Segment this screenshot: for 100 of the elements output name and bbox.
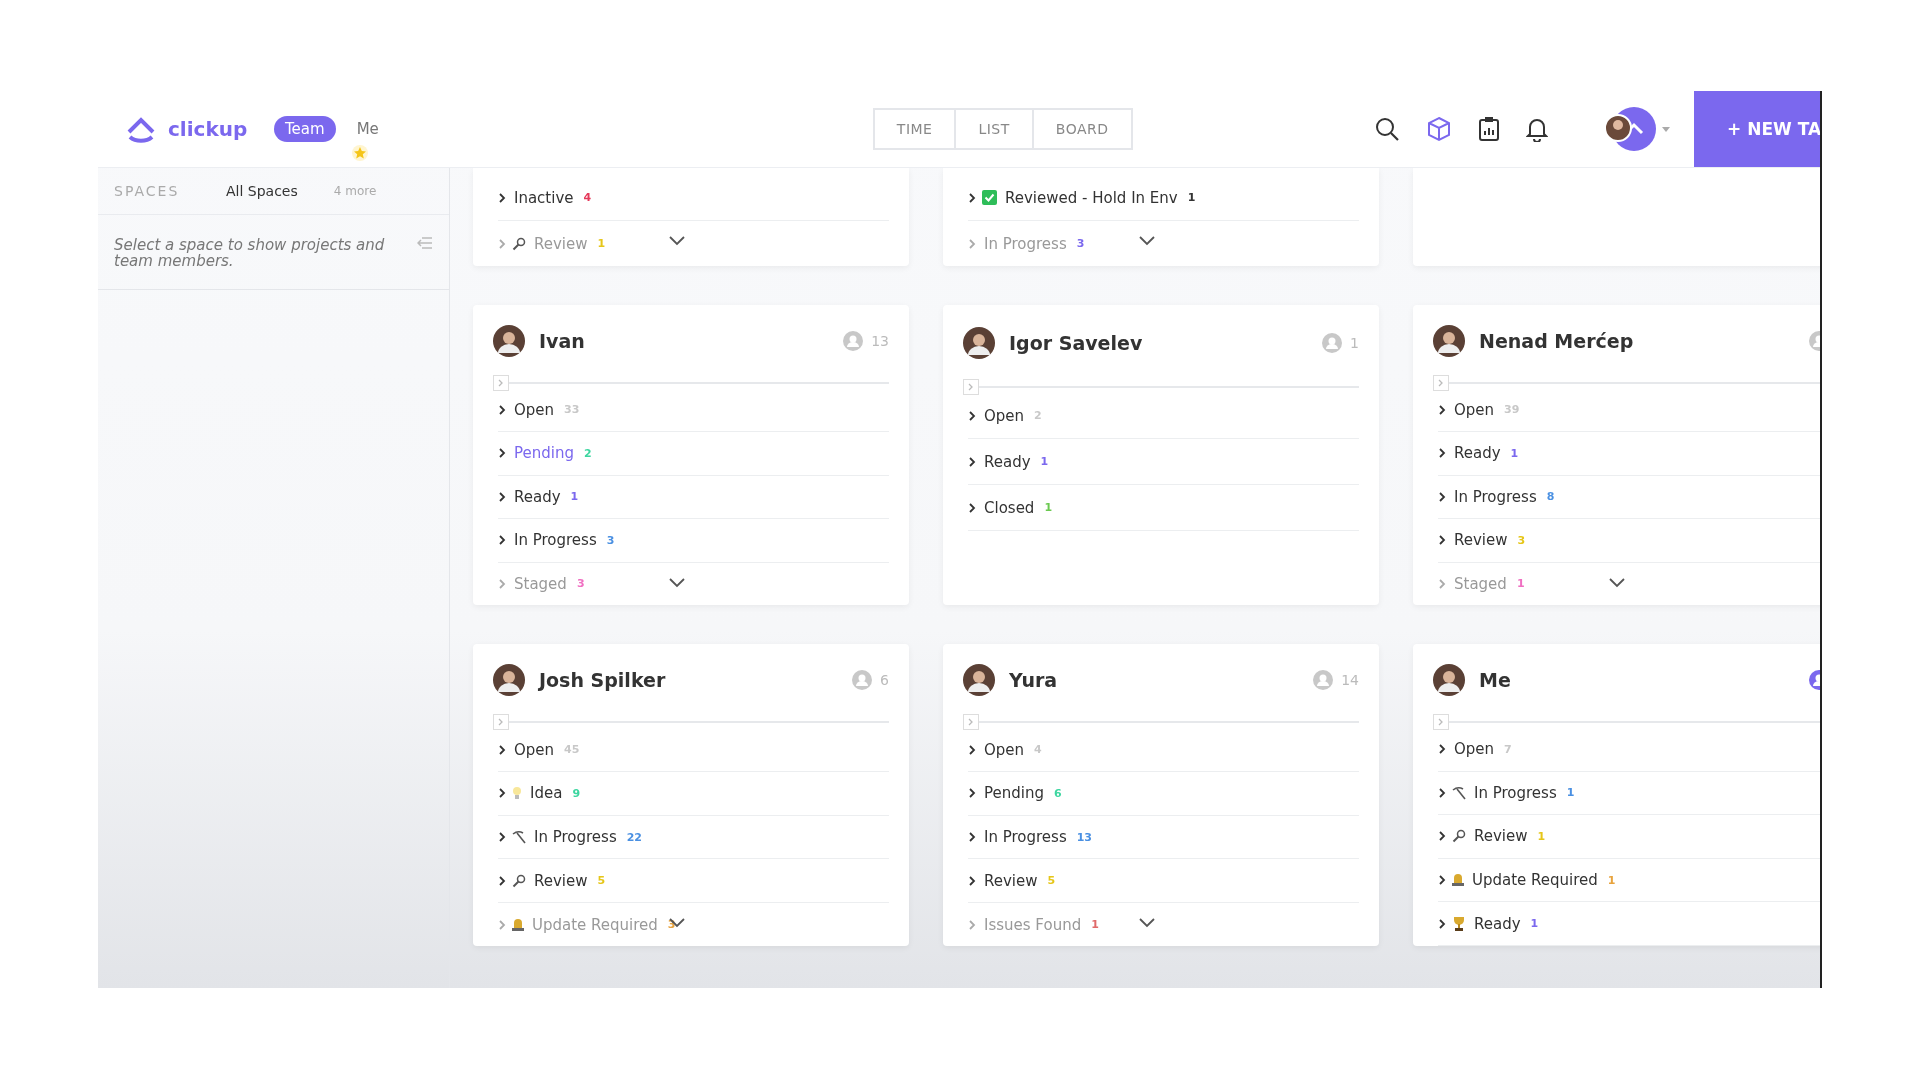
chevron-right-icon[interactable] <box>1438 786 1446 799</box>
avatar-icon <box>963 327 995 359</box>
sidebar-hint: Select a space to show projects and team members. <box>114 237 386 269</box>
chevron-right-icon[interactable] <box>1438 917 1446 930</box>
status-label[interactable]: Open <box>1454 400 1495 419</box>
status-label[interactable]: Review <box>1474 827 1528 846</box>
status-label[interactable]: Open <box>1454 740 1495 759</box>
member-name: Yura <box>1009 669 1058 692</box>
chevron-right-icon[interactable] <box>1438 534 1446 547</box>
chevron-down-icon[interactable] <box>1138 235 1156 247</box>
status-label[interactable]: Inactive <box>514 188 574 207</box>
chevron-right-icon[interactable] <box>1438 743 1446 756</box>
status-label[interactable]: Review <box>1454 531 1508 550</box>
task-count: 4 <box>583 191 592 204</box>
assignee-count: 14 <box>1341 672 1359 689</box>
chevron-right-icon[interactable] <box>968 831 976 844</box>
status-label[interactable]: Closed <box>984 498 1035 517</box>
task-count: 1 <box>1510 446 1519 460</box>
status-label[interactable]: In Progress <box>1474 783 1557 802</box>
checkbox-icon <box>982 190 997 205</box>
chevron-right-icon[interactable] <box>498 787 506 800</box>
status-label[interactable]: Open <box>984 740 1025 759</box>
chevron-right-icon[interactable] <box>968 455 976 468</box>
chevron-right-icon[interactable] <box>968 874 976 887</box>
chevron-right-icon[interactable] <box>968 743 976 756</box>
chevron-right-icon[interactable] <box>498 447 506 460</box>
task-count: 1 <box>1566 786 1575 800</box>
chevron-right-icon[interactable] <box>498 403 506 416</box>
spaces-tab[interactable]: All Spaces <box>226 183 298 199</box>
task-count: 3 <box>576 577 585 591</box>
notification-icon[interactable] <box>1526 116 1548 142</box>
search-icon[interactable] <box>1374 116 1400 142</box>
spaces-label: SPACES <box>114 183 181 199</box>
status-label[interactable]: Review <box>534 871 588 890</box>
chevron-down-icon[interactable] <box>668 235 686 247</box>
status-label[interactable]: Pending <box>984 784 1044 803</box>
task-count: 1 <box>1187 191 1196 204</box>
status-label[interactable]: In Progress <box>514 531 597 550</box>
task-count: 2 <box>583 446 592 460</box>
chevron-right-icon[interactable] <box>498 534 506 547</box>
status-label[interactable]: In Progress <box>984 828 1067 847</box>
status-label[interactable]: Idea <box>530 784 563 803</box>
task-count: 9 <box>572 786 581 800</box>
task-count: 5 <box>1047 874 1056 888</box>
chevron-right-icon[interactable] <box>498 831 506 844</box>
brand-name: clickup <box>168 117 248 141</box>
scope-tab[interactable]: Me <box>345 116 390 142</box>
clipboard-icon[interactable] <box>1478 116 1500 142</box>
chevron-right-icon <box>498 378 504 387</box>
bell-icon <box>1452 873 1464 888</box>
status-label[interactable]: In Progress <box>1454 487 1537 506</box>
chevron-right-icon[interactable] <box>968 191 976 204</box>
chevron-down-icon[interactable] <box>1608 576 1626 589</box>
status-label[interactable]: Open <box>984 406 1025 425</box>
assignee-count: 1 <box>1350 335 1359 351</box>
status-label[interactable]: Review <box>984 871 1038 890</box>
status-label[interactable]: Reviewed - Hold In Env <box>1005 188 1178 207</box>
member-name: Ivan <box>539 329 585 352</box>
member-name: Me <box>1479 668 1511 691</box>
task-count: 1 <box>597 237 606 250</box>
status-label[interactable]: In Progress <box>534 828 617 847</box>
status-label[interactable]: Update Required <box>1472 871 1598 890</box>
chevron-right-icon[interactable] <box>498 743 506 756</box>
assignee-count: 13 <box>871 332 889 349</box>
status-label[interactable]: Ready <box>1474 914 1521 933</box>
chevron-right-icon[interactable] <box>968 787 976 800</box>
status-label[interactable]: Ready <box>514 487 561 506</box>
status-label[interactable]: Open <box>514 400 555 419</box>
task-count: 1 <box>1530 917 1539 931</box>
chevron-right-icon[interactable] <box>498 191 506 204</box>
pickaxe-icon <box>1452 785 1466 800</box>
scope-tab[interactable]: Team <box>274 116 336 142</box>
task-count: 1 <box>1516 577 1525 591</box>
status-label[interactable]: Pending <box>514 444 574 463</box>
chevron-right-icon[interactable] <box>1438 874 1446 887</box>
cube-icon[interactable] <box>1426 116 1452 142</box>
star-icon <box>352 145 368 161</box>
chevron-right-icon[interactable] <box>968 501 976 514</box>
chevron-down-icon[interactable] <box>1138 917 1156 930</box>
member-name: Nenad Merćep <box>1479 329 1634 352</box>
status-label[interactable]: Open <box>514 740 555 759</box>
chevron-right-icon[interactable] <box>1438 490 1446 503</box>
user-menu[interactable] <box>1604 106 1670 152</box>
task-count: 5 <box>597 874 606 888</box>
lightbulb-icon <box>512 785 522 801</box>
chevron-right-icon[interactable] <box>968 409 976 422</box>
status-label[interactable]: Ready <box>984 452 1031 471</box>
chevron-right-icon[interactable] <box>498 874 506 887</box>
chevron-right-icon[interactable] <box>1438 447 1446 460</box>
chevron-right-icon[interactable] <box>498 490 506 503</box>
avatar-icon <box>1433 663 1465 696</box>
status-label[interactable]: Ready <box>1454 444 1501 463</box>
chevron-down-icon[interactable] <box>668 576 686 589</box>
chevron-down-icon[interactable] <box>668 917 686 930</box>
task-count: 8 <box>1546 490 1555 504</box>
member-name: Igor Savelev <box>1009 332 1143 354</box>
chevron-right-icon <box>1438 717 1444 726</box>
member-name: Josh Spilker <box>539 669 666 692</box>
chevron-right-icon[interactable] <box>1438 830 1446 843</box>
chevron-right-icon[interactable] <box>1438 403 1446 416</box>
